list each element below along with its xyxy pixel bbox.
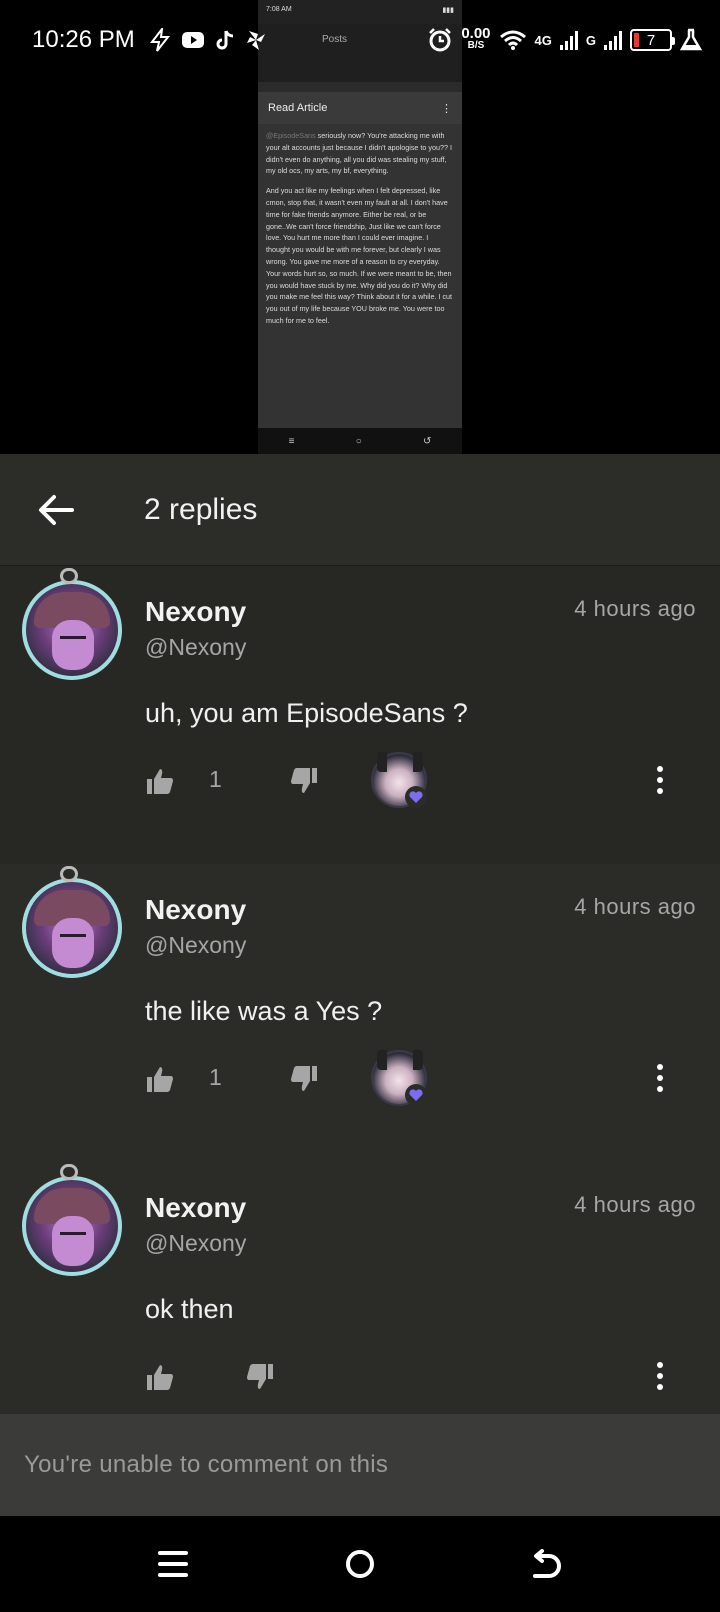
menu-button[interactable] bbox=[143, 1534, 203, 1594]
comment-text: uh, you am EpisodeSans ? bbox=[145, 698, 468, 728]
thumbs-down-icon[interactable] bbox=[289, 766, 319, 796]
thumbs-up-icon[interactable] bbox=[145, 766, 175, 796]
comment-username[interactable]: Nexony bbox=[145, 1192, 246, 1224]
thumbs-down-icon[interactable] bbox=[289, 1064, 319, 1094]
heart-icon bbox=[405, 1084, 427, 1106]
comment-item: Nexony @Nexony 4 hours ago ok then bbox=[0, 1162, 720, 1414]
thumbs-down-icon[interactable] bbox=[245, 1362, 275, 1392]
comment-handle: @Nexony bbox=[145, 634, 247, 660]
more-options-button[interactable] bbox=[645, 760, 675, 800]
comment-handle: @Nexony bbox=[145, 1230, 247, 1256]
preview-nav-bar: ≡ ○ ↺ bbox=[258, 428, 462, 454]
tiktok-icon bbox=[216, 30, 233, 50]
comment-username[interactable]: Nexony bbox=[145, 894, 246, 926]
comment-timestamp: 4 hours ago bbox=[574, 596, 696, 621]
home-icon bbox=[345, 1550, 374, 1578]
like-count: 1 bbox=[209, 766, 222, 792]
like-count: 1 bbox=[209, 1064, 222, 1090]
notification-icons bbox=[149, 28, 267, 52]
preview-card-title: Read Article bbox=[268, 102, 328, 114]
back-nav-button[interactable] bbox=[517, 1534, 577, 1594]
network-type-4g: 4G bbox=[534, 32, 552, 48]
comment-actions bbox=[145, 1352, 705, 1402]
back-button[interactable] bbox=[0, 454, 112, 566]
heart-icon bbox=[405, 786, 427, 808]
preview-back-icon: ↺ bbox=[422, 435, 432, 447]
comment-timestamp: 4 hours ago bbox=[574, 1192, 696, 1217]
battery-level: 7 bbox=[646, 31, 656, 49]
avatar-frame-icon bbox=[60, 568, 78, 584]
alarm-icon bbox=[429, 28, 452, 52]
preview-home-icon: ○ bbox=[355, 435, 362, 447]
comment-item: Nexony @Nexony 4 hours ago uh, you am Ep… bbox=[0, 566, 720, 864]
avatar[interactable] bbox=[22, 878, 122, 978]
preview-article-card: Read Article ⋮ @EpisodeSans seriously no… bbox=[258, 92, 462, 428]
thumbs-up-icon[interactable] bbox=[145, 1064, 175, 1094]
comment-username[interactable]: Nexony bbox=[145, 596, 246, 628]
status-bar: 10:26 PM 0.00 B/S 4G G 7 bbox=[0, 0, 720, 80]
more-options-button[interactable] bbox=[645, 1356, 675, 1396]
network-type-g: G bbox=[585, 32, 596, 48]
menu-icon bbox=[158, 1551, 189, 1577]
preview-menu-icon: ≡ bbox=[288, 435, 295, 447]
comment-handle: @Nexony bbox=[145, 932, 247, 958]
signal-icon bbox=[559, 31, 578, 50]
more-options-button[interactable] bbox=[645, 1058, 675, 1098]
page-title: 2 replies bbox=[144, 492, 258, 526]
youtube-icon bbox=[181, 32, 204, 48]
home-button[interactable] bbox=[330, 1534, 390, 1594]
avatar[interactable] bbox=[22, 580, 122, 680]
preview-more-icon: ⋮ bbox=[441, 102, 452, 115]
comment-item: Nexony @Nexony 4 hours ago the like was … bbox=[0, 864, 720, 1162]
system-icons: 0.00 B/S 4G G 7 bbox=[427, 25, 702, 53]
preview-paragraph-2: And you act like my feelings when I felt… bbox=[266, 186, 453, 325]
back-icon bbox=[532, 1549, 561, 1578]
flask-icon bbox=[680, 28, 702, 51]
navigation-bar bbox=[0, 1516, 720, 1612]
status-time: 10:26 PM bbox=[32, 26, 135, 53]
avatar-frame-icon bbox=[60, 866, 78, 882]
flash-icon bbox=[149, 28, 170, 52]
pinwheel-icon bbox=[246, 31, 265, 50]
comment-actions: 1 bbox=[145, 1050, 705, 1106]
thumbs-up-icon[interactable] bbox=[145, 1362, 175, 1392]
comment-disabled-notice: You're unable to comment on this bbox=[0, 1414, 720, 1516]
avatar[interactable] bbox=[22, 1176, 122, 1276]
replies-header: 2 replies bbox=[0, 454, 720, 566]
comment-text: the like was a Yes ? bbox=[145, 996, 383, 1026]
back-arrow-icon bbox=[39, 494, 74, 525]
preview-card-header: Read Article ⋮ bbox=[258, 92, 462, 124]
preview-article-text: @EpisodeSans seriously now? You're attac… bbox=[258, 124, 462, 341]
signal-icon bbox=[604, 31, 622, 50]
network-speed: 0.00 B/S bbox=[461, 25, 491, 51]
comment-timestamp: 4 hours ago bbox=[574, 894, 696, 919]
comment-text: ok then bbox=[145, 1294, 234, 1324]
avatar-frame-icon bbox=[60, 1164, 78, 1180]
comment-actions: 1 bbox=[145, 752, 705, 808]
comment-disabled-text: You're unable to comment on this bbox=[24, 1451, 389, 1478]
preview-mention: @EpisodeSans bbox=[266, 131, 316, 140]
wifi-icon bbox=[499, 30, 526, 50]
battery-icon: 7 bbox=[630, 29, 675, 51]
